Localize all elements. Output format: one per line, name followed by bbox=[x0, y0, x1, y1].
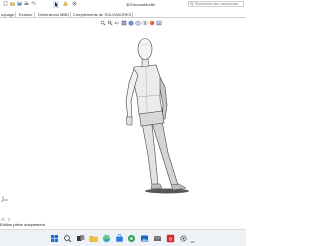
file-explorer-icon[interactable] bbox=[89, 234, 98, 243]
zoom-fit-icon[interactable] bbox=[100, 20, 106, 26]
settings-icon[interactable] bbox=[179, 234, 188, 243]
display-style-icon[interactable] bbox=[135, 20, 141, 26]
select-pointer-icon[interactable] bbox=[53, 1, 59, 8]
active-app-indicator bbox=[190, 241, 195, 243]
human-3d-model[interactable] bbox=[110, 35, 195, 195]
view-orientation-icon[interactable] bbox=[128, 20, 134, 26]
save-icon[interactable] bbox=[17, 1, 22, 6]
command-manager-tabs: uquage Evaluer Dimensions MBD Complément… bbox=[0, 12, 246, 18]
new-doc-icon[interactable] bbox=[3, 1, 8, 6]
hide-show-icon[interactable] bbox=[142, 20, 148, 26]
teams-icon[interactable] bbox=[127, 234, 136, 243]
open-icon[interactable] bbox=[10, 1, 15, 6]
taskbar-search-icon[interactable] bbox=[63, 234, 72, 243]
windows-taskbar: S bbox=[0, 229, 246, 246]
window-title: 3DHumanModel bbox=[126, 2, 155, 7]
appearance-icon[interactable] bbox=[149, 20, 155, 26]
undo-icon[interactable] bbox=[31, 1, 36, 6]
title-bar: 3DHumanModel bbox=[0, 0, 246, 9]
edge-browser-icon[interactable] bbox=[102, 234, 111, 243]
search-icon bbox=[190, 2, 194, 6]
graphics-area[interactable] bbox=[0, 27, 246, 225]
heads-up-view-toolbar bbox=[100, 20, 166, 26]
rebuild-icon[interactable] bbox=[63, 1, 68, 6]
task-view-icon[interactable] bbox=[76, 234, 85, 243]
tab-evaluer[interactable]: Evaluer bbox=[18, 12, 35, 18]
tab-dimensions-mbd[interactable]: Dimensions MBD bbox=[37, 12, 71, 18]
windows-start-icon[interactable] bbox=[50, 234, 59, 243]
mail-icon[interactable] bbox=[153, 234, 162, 243]
options-icon[interactable] bbox=[72, 1, 77, 6]
store-icon[interactable] bbox=[115, 234, 124, 243]
svg-text:S: S bbox=[169, 236, 172, 241]
zoom-area-icon[interactable] bbox=[107, 20, 113, 26]
status-text: Edition pièce uniquement bbox=[0, 222, 45, 227]
photos-icon[interactable] bbox=[140, 234, 149, 243]
tab-evaluer-partial[interactable]: uquage bbox=[0, 12, 17, 18]
tab-complements-solidworks[interactable]: Compléments de SOLIDWORKS bbox=[72, 12, 134, 18]
triad-axis-icon bbox=[1, 196, 8, 203]
search-input[interactable] bbox=[195, 2, 243, 6]
print-icon[interactable] bbox=[24, 1, 29, 6]
previous-view-icon[interactable] bbox=[114, 20, 120, 26]
section-view-icon[interactable] bbox=[121, 20, 127, 26]
command-search[interactable] bbox=[188, 1, 244, 7]
scene-icon[interactable] bbox=[156, 20, 162, 26]
solidworks-icon[interactable]: S bbox=[166, 234, 175, 243]
